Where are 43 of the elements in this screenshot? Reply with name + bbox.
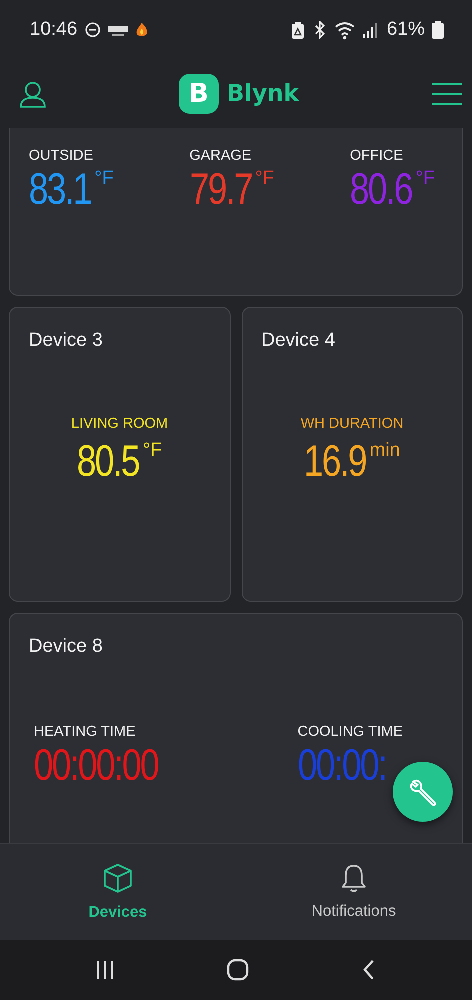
nav-tab[interactable]: Devices <box>0 844 236 940</box>
clock-time: 10:46 <box>30 19 78 41</box>
unit-label: °F <box>94 168 114 190</box>
widget-value: 79.7 <box>190 166 252 214</box>
widget-label: OFFICE <box>350 148 404 164</box>
profile-icon[interactable] <box>20 80 46 108</box>
unit-label: °F <box>142 440 162 462</box>
flame-icon <box>134 22 149 38</box>
widget-label: GARAGE <box>190 148 253 164</box>
nav-tab[interactable]: Notifications <box>236 844 472 940</box>
do-not-disturb-icon <box>84 22 101 38</box>
signal-icon <box>362 21 378 39</box>
bell-icon <box>341 863 367 893</box>
card-title: Device 4 <box>262 330 336 352</box>
logo-badge: B <box>178 74 219 114</box>
widget-value: 00:00:00 <box>34 742 158 790</box>
device-card[interactable]: Device 8 HEATING TIME 00:00:00 COOLING TIME 00:00: <box>9 613 463 843</box>
back-icon[interactable] <box>363 960 376 980</box>
battery-icon <box>432 21 444 39</box>
widget-label: COOLING TIME <box>298 724 403 740</box>
unit-label: °F <box>255 168 274 190</box>
brand-name: Blynk <box>226 81 300 107</box>
card-title: Device 3 <box>29 330 104 352</box>
wifi-icon <box>334 20 355 40</box>
home-icon[interactable] <box>227 959 250 981</box>
unit-label: min <box>370 440 400 462</box>
widget-value: 00:00: <box>298 742 386 790</box>
widget-label: LIVING ROOM <box>71 416 168 432</box>
wrench-icon <box>408 778 438 806</box>
widget-value: 80.5 <box>77 438 140 486</box>
widget-label: HEATING TIME <box>34 724 137 740</box>
battery-saver-icon <box>290 20 305 40</box>
unit-label: °F <box>416 168 435 190</box>
widget-label: OUTSIDE <box>29 148 94 164</box>
cube-icon <box>103 862 133 894</box>
battery-percent: 61% <box>386 19 425 41</box>
card-title: Device 8 <box>29 636 104 658</box>
widget-value: 83.1 <box>29 166 92 214</box>
widget-label: WH DURATION <box>300 416 404 432</box>
widget-value: 16.9 <box>304 438 366 486</box>
menu-icon[interactable] <box>432 83 462 105</box>
widget-value: 80.6 <box>350 166 412 214</box>
recent-apps-icon[interactable] <box>96 961 114 979</box>
